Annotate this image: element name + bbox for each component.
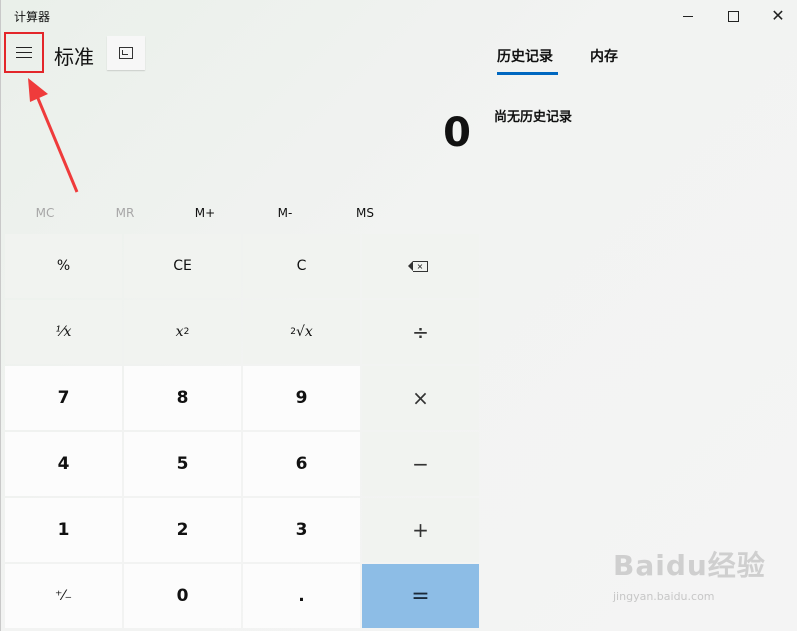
digit-0-key[interactable]: 0 [124,564,241,628]
navigation-menu-button[interactable] [4,32,44,73]
tab-memory[interactable]: 内存 [590,46,618,66]
divide-key[interactable]: ÷ [362,300,479,364]
subtract-key[interactable]: − [362,432,479,496]
memory-clear-button[interactable]: MC [5,200,85,226]
square-base-label: x [175,324,184,340]
window-title: 计算器 [14,10,51,24]
annotation-arrow-icon [28,78,79,193]
calculator-window: 计算器 ✕ 标准 0 MC MR M+ M- MS % CE C × ¹⁄x x… [0,0,797,631]
clear-key[interactable]: C [243,234,360,298]
close-button[interactable]: ✕ [755,0,797,32]
backspace-icon: × [408,260,428,272]
tab-history[interactable]: 历史记录 [497,46,553,66]
memory-recall-button[interactable]: MR [85,200,165,226]
clear-entry-key[interactable]: CE [124,234,241,298]
memory-store-button[interactable]: MS [325,200,405,226]
digit-3-key[interactable]: 3 [243,498,360,562]
memory-subtract-button[interactable]: M- [245,200,325,226]
digit-5-key[interactable]: 5 [124,432,241,496]
multiply-key[interactable]: × [362,366,479,430]
watermark-logo: Baidu经验 [613,549,766,582]
memory-row: MC MR M+ M- MS [5,200,479,226]
digit-2-key[interactable]: 2 [124,498,241,562]
backspace-key[interactable]: × [362,234,479,298]
minimize-button[interactable] [665,0,711,32]
mode-title: 标准 [54,45,94,69]
active-tab-indicator [497,72,558,75]
negate-key[interactable]: ⁺⁄₋ [5,564,122,628]
digit-4-key[interactable]: 4 [5,432,122,496]
decimal-key[interactable]: . [243,564,360,628]
watermark-url: jingyan.baidu.com [613,590,715,603]
sqrt-symbol-label: √ [295,324,305,340]
digit-9-key[interactable]: 9 [243,366,360,430]
percent-key[interactable]: % [5,234,122,298]
square-exponent-label: 2 [183,327,190,337]
maximize-button[interactable] [710,0,756,32]
keep-on-top-icon [119,47,133,59]
watermark: Baidu经验 jingyan.baidu.com [613,544,766,603]
square-key[interactable]: x2 [124,300,241,364]
digit-6-key[interactable]: 6 [243,432,360,496]
add-key[interactable]: + [362,498,479,562]
history-empty-message: 尚无历史记录 [494,110,573,125]
memory-add-button[interactable]: M+ [165,200,245,226]
hamburger-icon [16,47,32,58]
keep-on-top-button[interactable] [107,36,145,70]
reciprocal-key[interactable]: ¹⁄x [5,300,122,364]
maximize-icon [727,10,739,22]
close-icon: ✕ [771,6,785,25]
square-root-key[interactable]: 2 √ x [243,300,360,364]
result-display: 0 [443,110,471,156]
sqrt-variable-label: x [304,324,313,340]
digit-7-key[interactable]: 7 [5,366,122,430]
digit-8-key[interactable]: 8 [124,366,241,430]
keypad: % CE C × ¹⁄x x2 2 √ x ÷ 7 8 9 × 4 5 6 − 1 … [5,234,479,630]
reciprocal-label: ¹⁄x [55,324,72,340]
digit-1-key[interactable]: 1 [5,498,122,562]
equals-key[interactable]: = [362,564,479,628]
minimize-icon [683,15,693,17]
